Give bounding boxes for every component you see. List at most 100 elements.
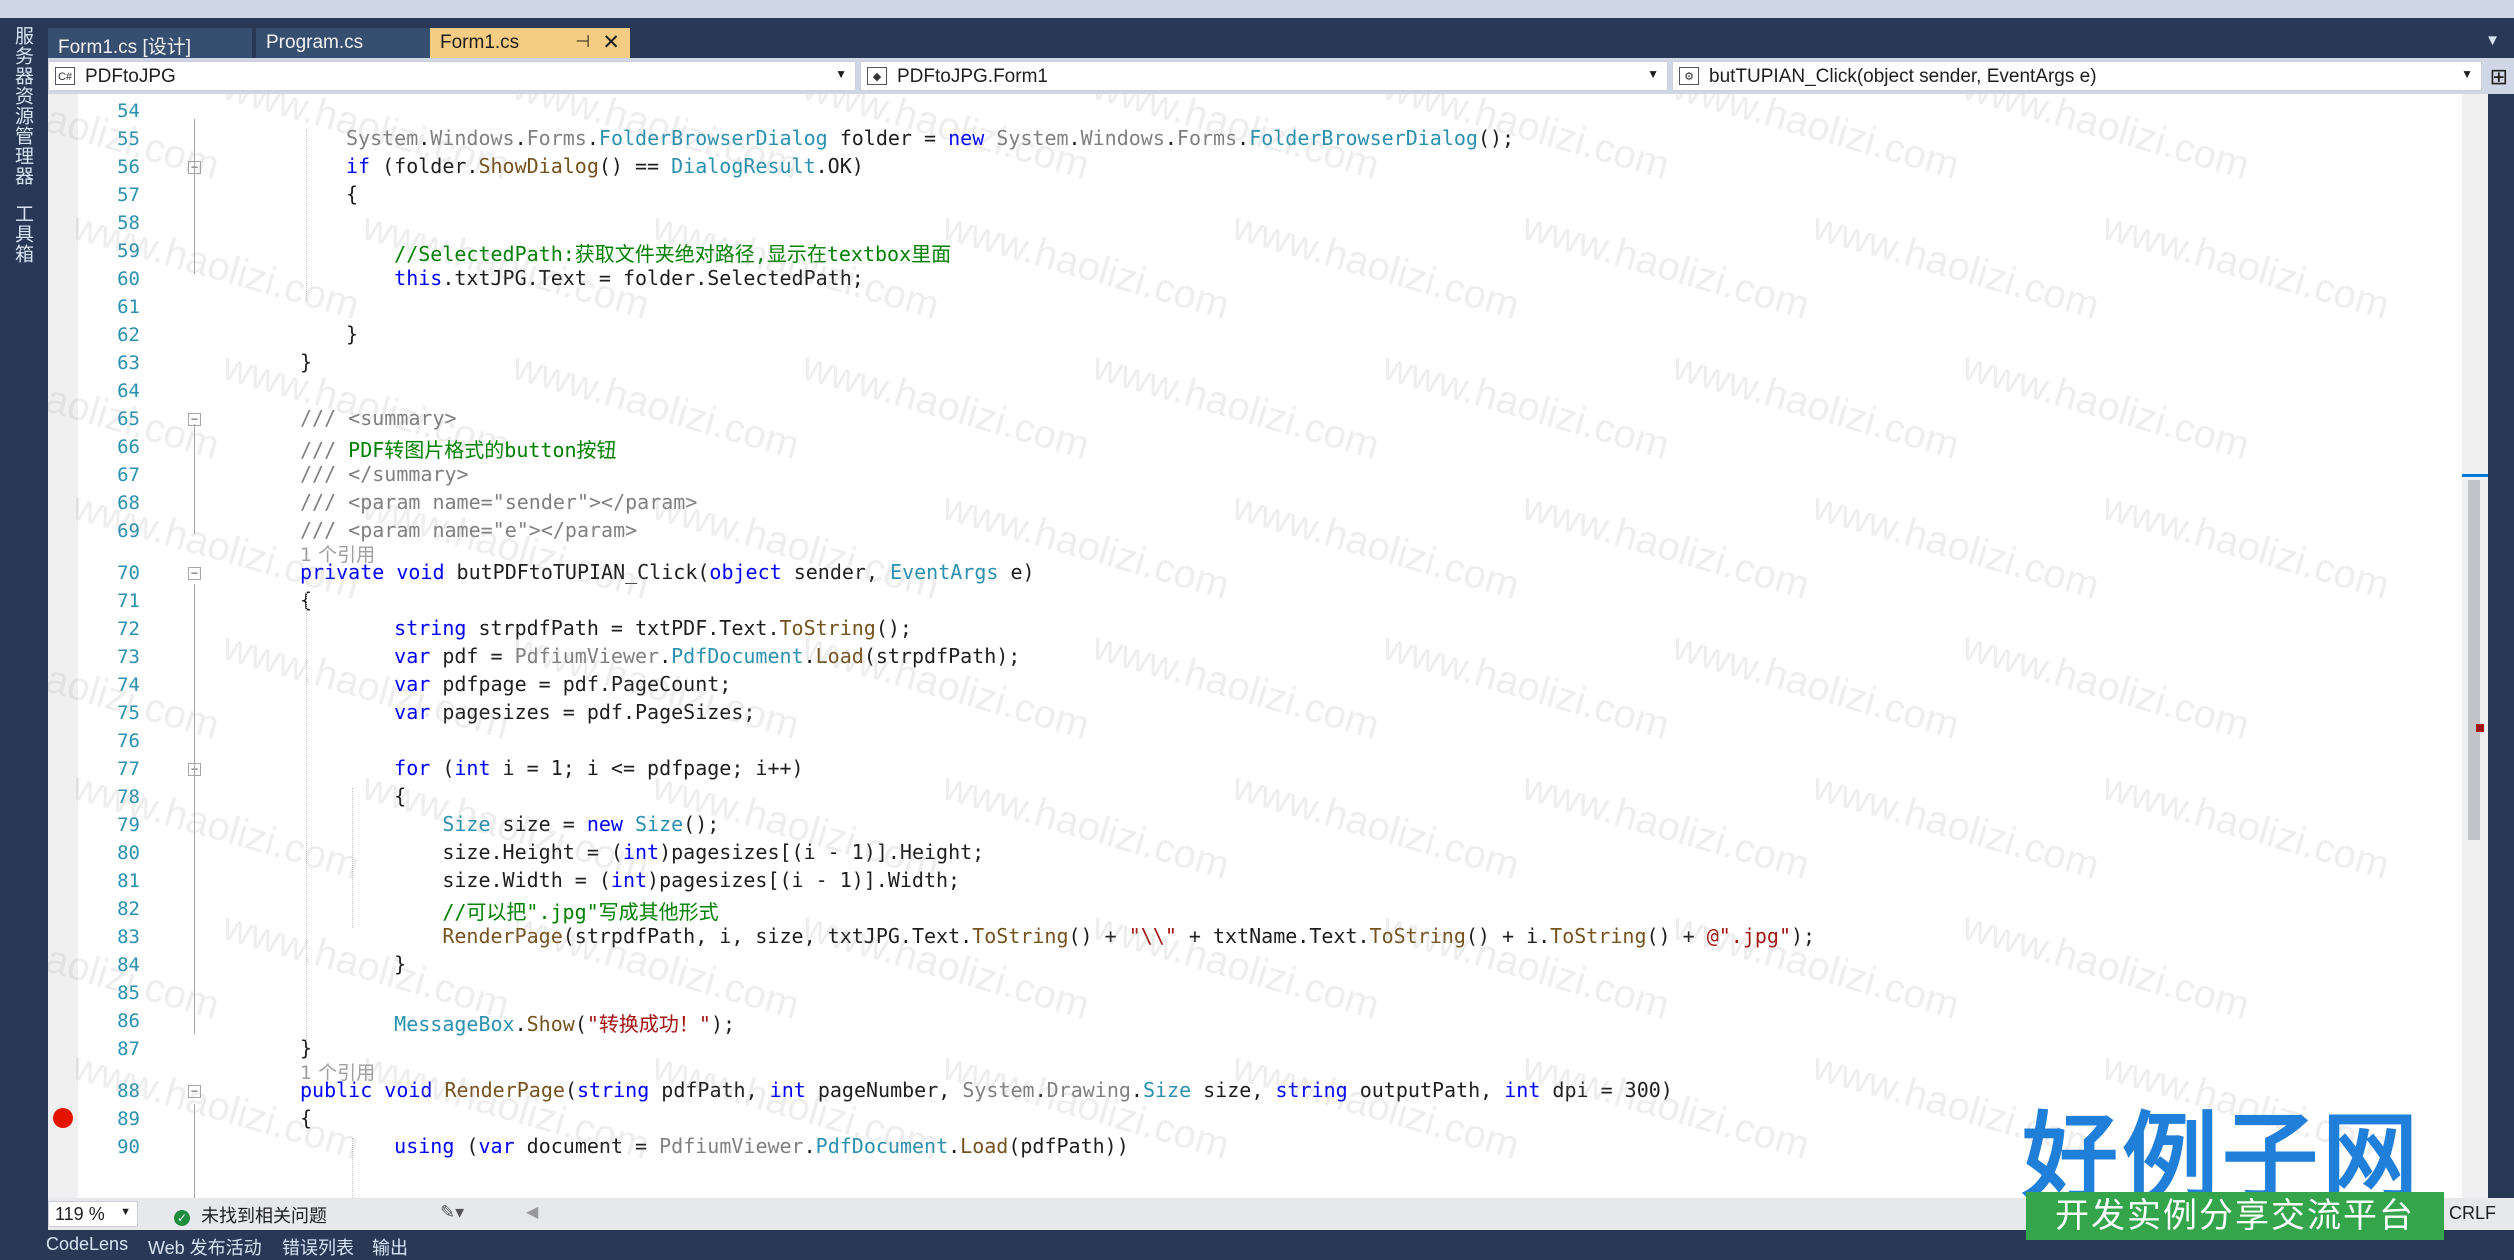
indent-guide bbox=[306, 130, 307, 300]
line-number: 84 bbox=[117, 954, 140, 976]
line-number: 56 bbox=[117, 156, 140, 178]
watermark-text: www.haolizi.com bbox=[1377, 904, 1675, 1028]
line-number: 73 bbox=[117, 646, 140, 668]
code-line: RenderPage(strpdfPath, i, size, txtJPG.T… bbox=[442, 924, 1816, 948]
code-line: private void butPDFtoTUPIAN_Click(object… bbox=[300, 560, 1035, 584]
fold-guide-line bbox=[194, 774, 195, 1034]
chevron-down-icon[interactable]: ▼ bbox=[2485, 32, 2500, 49]
watermark-text: www.haolizi.com bbox=[1957, 904, 2255, 1028]
watermark-text: www.haolizi.com bbox=[1517, 484, 1815, 608]
code-line: { bbox=[346, 784, 407, 808]
watermark-text: www.haolizi.com bbox=[1517, 1044, 1815, 1168]
zoom-dropdown[interactable]: 119 % ▼ bbox=[48, 1201, 138, 1227]
scrollbar-caret-marker bbox=[2462, 474, 2488, 477]
watermark-text: www.haolizi.com bbox=[797, 904, 1095, 1028]
line-number: 90 bbox=[117, 1136, 140, 1158]
vertical-scrollbar[interactable] bbox=[2462, 94, 2488, 1198]
code-line: //可以把".jpg"写成其他形式 bbox=[346, 900, 719, 924]
scrollbar-thumb[interactable] bbox=[2468, 480, 2480, 840]
scrollbar-breakpoint-marker bbox=[2476, 724, 2484, 732]
project-dropdown[interactable]: C# PDFtoJPG ▼ bbox=[48, 61, 856, 91]
code-editor[interactable]: 54 55 56 57 58 59 60 61 62 63 64 65 66 67 68 69 70 71 72 73… bbox=[48, 94, 2488, 1198]
class-dropdown[interactable]: ◆ PDFtoJPG.Form1 ▼ bbox=[860, 61, 1668, 91]
fold-guide-line bbox=[194, 119, 195, 274]
check-circle-icon: ✓ bbox=[174, 1210, 190, 1226]
line-number: 58 bbox=[117, 212, 140, 234]
watermark-text: www.haolizi.com bbox=[797, 624, 1095, 748]
tab-error-list[interactable]: 错误列表 bbox=[282, 1234, 354, 1260]
close-icon[interactable]: ✕ bbox=[602, 30, 620, 55]
toolbox-tab[interactable]: 工具箱 bbox=[10, 204, 37, 264]
line-number: 55 bbox=[117, 128, 140, 150]
navigation-bar: C# PDFtoJPG ▼ ◆ PDFtoJPG.Form1 ▼ ⚙ butTU… bbox=[48, 58, 2514, 94]
watermark-text: www.haolizi.com bbox=[1377, 344, 1675, 468]
tab-form1-design[interactable]: Form1.cs [设计] bbox=[48, 28, 252, 58]
line-number: 78 bbox=[117, 786, 140, 808]
line-number: 72 bbox=[117, 618, 140, 640]
line-number: 62 bbox=[117, 324, 140, 346]
watermark-text: www.haolizi.com bbox=[1807, 484, 2105, 608]
project-dropdown-value: PDFtoJPG bbox=[85, 66, 176, 87]
watermark-text: www.haolizi.com bbox=[1087, 904, 1385, 1028]
watermark-text: www.haolizi.com bbox=[1957, 344, 2255, 468]
watermark-text: www.haolizi.com bbox=[797, 344, 1095, 468]
line-number: 85 bbox=[117, 982, 140, 1004]
brush-icon[interactable]: ✎▾ bbox=[440, 1202, 464, 1223]
tab-label: Form1.cs [设计] bbox=[58, 37, 192, 58]
code-line: var pdf = PdfiumViewer.PdfDocument.Load(… bbox=[394, 644, 1021, 668]
code-line: Size size = new Size(); bbox=[442, 812, 720, 836]
top-toolbar-strip bbox=[0, 0, 2514, 18]
code-line: var pagesizes = pdf.PageSizes; bbox=[394, 700, 756, 724]
watermark-text: www.haolizi.com bbox=[1517, 764, 1815, 888]
member-dropdown[interactable]: ⚙ butTUPIAN_Click(object sender, EventAr… bbox=[1672, 61, 2482, 91]
breakpoint-icon[interactable] bbox=[53, 1108, 73, 1128]
tab-output[interactable]: 输出 bbox=[372, 1234, 408, 1260]
watermark-text: www.haolizi.com bbox=[937, 484, 1235, 608]
line-number: 61 bbox=[117, 296, 140, 318]
line-number: 76 bbox=[117, 730, 140, 752]
server-explorer-tab[interactable]: 服务器资源管理器 bbox=[10, 26, 37, 186]
line-number: 80 bbox=[117, 842, 140, 864]
line-number: 54 bbox=[117, 100, 140, 122]
collapse-toggle-icon[interactable]: − bbox=[188, 1085, 201, 1098]
line-number: 83 bbox=[117, 926, 140, 948]
issues-indicator[interactable]: ✓ 未找到相关问题 bbox=[174, 1202, 327, 1228]
watermark-text: www.haolizi.com bbox=[1957, 624, 2255, 748]
scroll-left-icon[interactable]: ◀ bbox=[526, 1202, 538, 1222]
code-line: /// <summary> bbox=[300, 406, 457, 430]
tab-form1-code[interactable]: Form1.cs ⊣ ✕ bbox=[430, 28, 630, 58]
code-line: size.Height = (int)pagesizes[(i - 1)].He… bbox=[346, 840, 985, 864]
site-logo: 好例子网 开发实例分享交流平台 bbox=[2010, 1080, 2450, 1250]
watermark-text: www.haolizi.com bbox=[1087, 624, 1385, 748]
document-tab-bar: Form1.cs [设计] Program.cs Form1.cs ⊣ ✕ ▼ bbox=[48, 18, 2514, 58]
line-number: 70 bbox=[117, 562, 140, 584]
line-number: 71 bbox=[117, 590, 140, 612]
line-number: 67 bbox=[117, 464, 140, 486]
line-number: 59 bbox=[117, 240, 140, 262]
chevron-down-icon: ▼ bbox=[2461, 67, 2473, 81]
method-icon: ⚙ bbox=[1679, 67, 1699, 85]
line-ending-indicator[interactable]: CRLF bbox=[2449, 1203, 2496, 1224]
collapse-toggle-icon[interactable]: − bbox=[188, 567, 201, 580]
watermark-text: www.haolizi.com bbox=[1227, 484, 1525, 608]
codelens-reference-count[interactable]: 1 个引用 bbox=[300, 1058, 375, 1085]
tab-codelens[interactable]: CodeLens bbox=[46, 1234, 128, 1255]
code-line: size.Width = (int)pagesizes[(i - 1)].Wid… bbox=[346, 868, 961, 892]
watermark-text: www.haolizi.com bbox=[1667, 624, 1965, 748]
tab-web-publish[interactable]: Web 发布活动 bbox=[148, 1234, 262, 1260]
codelens-reference-count[interactable]: 1 个引用 bbox=[300, 540, 375, 567]
watermark-text: www.haolizi.com bbox=[1517, 204, 1815, 328]
code-line: MessageBox.Show("转换成功！"); bbox=[394, 1012, 736, 1036]
line-number: 86 bbox=[117, 1010, 140, 1032]
watermark-text: www.haolizi.com bbox=[1957, 94, 2255, 188]
tab-label: Form1.cs bbox=[440, 32, 520, 53]
split-editor-icon[interactable]: ⊞ bbox=[2490, 64, 2508, 90]
indent-guide bbox=[352, 788, 353, 928]
left-tool-strip: 服务器资源管理器 工具箱 bbox=[0, 18, 48, 1230]
watermark-text: www.haolizi.com bbox=[2097, 204, 2395, 328]
code-line: { bbox=[346, 182, 359, 206]
code-line: /// <param name="sender"></param> bbox=[300, 490, 698, 514]
pin-icon[interactable]: ⊣ bbox=[575, 32, 590, 52]
indent-guide bbox=[306, 592, 307, 1042]
code-line: using (var document = PdfiumViewer.PdfDo… bbox=[394, 1134, 1129, 1158]
